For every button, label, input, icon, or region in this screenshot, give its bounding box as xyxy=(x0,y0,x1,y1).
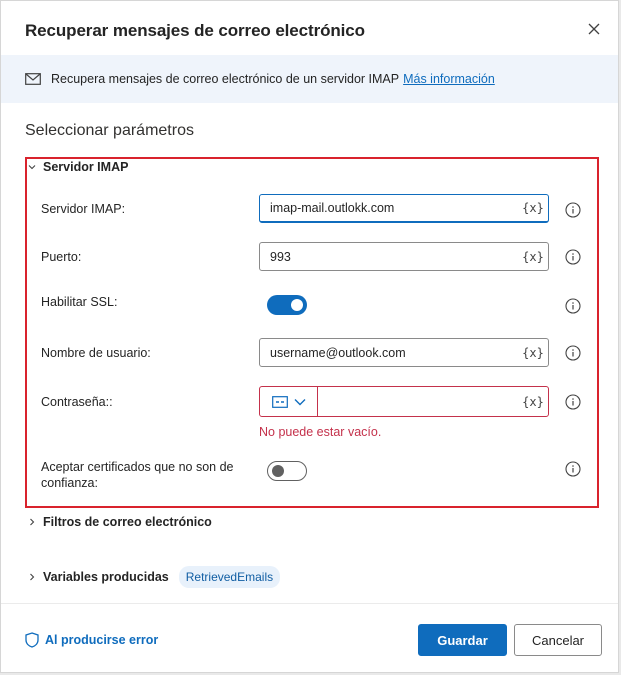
port-field[interactable]: 993 {x} xyxy=(259,242,549,271)
username-variable-button[interactable]: {x} xyxy=(522,346,544,360)
ssl-label: Habilitar SSL: xyxy=(41,295,118,309)
server-label: Servidor IMAP: xyxy=(41,202,126,216)
chevron-down-icon xyxy=(25,160,39,174)
footer-divider xyxy=(1,603,618,604)
password-variable-button[interactable]: {x} xyxy=(522,395,544,409)
info-bar: Recupera mensajes de correo electrónico … xyxy=(1,55,618,103)
shield-icon xyxy=(25,632,39,648)
accept-certs-toggle[interactable] xyxy=(267,461,307,481)
info-icon[interactable] xyxy=(565,394,581,410)
close-icon xyxy=(588,23,600,35)
more-info-link[interactable]: Más información xyxy=(403,72,495,86)
password-type-icon xyxy=(271,395,288,408)
info-icon[interactable] xyxy=(565,298,581,314)
produced-variables-title: Variables producidas xyxy=(43,570,169,584)
server-variable-button[interactable]: {x} xyxy=(522,201,544,215)
ssl-toggle[interactable] xyxy=(267,295,307,315)
save-button[interactable]: Guardar xyxy=(418,624,507,656)
accept-certs-label-line1: Aceptar certificados que no son de xyxy=(41,460,234,474)
variable-pill[interactable]: RetrievedEmails xyxy=(178,566,281,588)
email-filters-section[interactable]: Filtros de correo electrónico xyxy=(25,515,212,529)
mail-icon xyxy=(25,73,41,85)
password-type-dropdown[interactable] xyxy=(260,387,318,416)
produced-variables-section[interactable]: Variables producidas RetrievedEmails xyxy=(25,566,281,588)
close-button[interactable] xyxy=(582,17,606,41)
on-error-label: Al producirse error xyxy=(45,633,159,647)
port-label: Puerto: xyxy=(41,250,82,264)
info-icon[interactable] xyxy=(565,461,581,477)
info-icon[interactable] xyxy=(565,202,581,218)
dialog-title: Recuperar mensajes de correo electrónico xyxy=(25,21,365,40)
accept-certs-label: Aceptar certificados que no son de confi… xyxy=(41,459,233,491)
dialog: Recuperar mensajes de correo electrónico… xyxy=(0,0,619,673)
imap-group-header[interactable]: Servidor IMAP xyxy=(25,160,128,174)
password-error-message: No puede estar vacío. xyxy=(259,425,382,439)
username-field[interactable]: username@outlook.com {x} xyxy=(259,338,549,367)
chevron-right-icon xyxy=(25,515,39,529)
chevron-down-icon xyxy=(294,398,305,405)
info-icon[interactable] xyxy=(565,345,581,361)
server-value[interactable]: imap-mail.outlokk.com xyxy=(260,201,522,215)
imap-group-title: Servidor IMAP xyxy=(43,160,129,174)
chevron-right-icon xyxy=(25,570,39,584)
port-value[interactable]: 993 xyxy=(260,250,522,264)
info-text: Recupera mensajes de correo electrónico … xyxy=(51,72,400,86)
on-error-link[interactable]: Al producirse error xyxy=(25,632,158,648)
toggle-knob xyxy=(272,465,284,477)
email-filters-title: Filtros de correo electrónico xyxy=(43,515,212,529)
accept-certs-label-line2: confianza: xyxy=(41,476,98,490)
password-label: Contraseña:: xyxy=(41,395,113,409)
cancel-button[interactable]: Cancelar xyxy=(514,624,602,656)
port-variable-button[interactable]: {x} xyxy=(522,250,544,264)
toggle-knob xyxy=(291,299,303,311)
username-value[interactable]: username@outlook.com xyxy=(260,346,522,360)
username-label: Nombre de usuario: xyxy=(41,346,151,360)
section-title: Seleccionar parámetros xyxy=(25,122,194,139)
info-icon[interactable] xyxy=(565,249,581,265)
server-field[interactable]: imap-mail.outlokk.com {x} xyxy=(259,194,549,223)
password-field[interactable]: {x} xyxy=(259,386,549,417)
